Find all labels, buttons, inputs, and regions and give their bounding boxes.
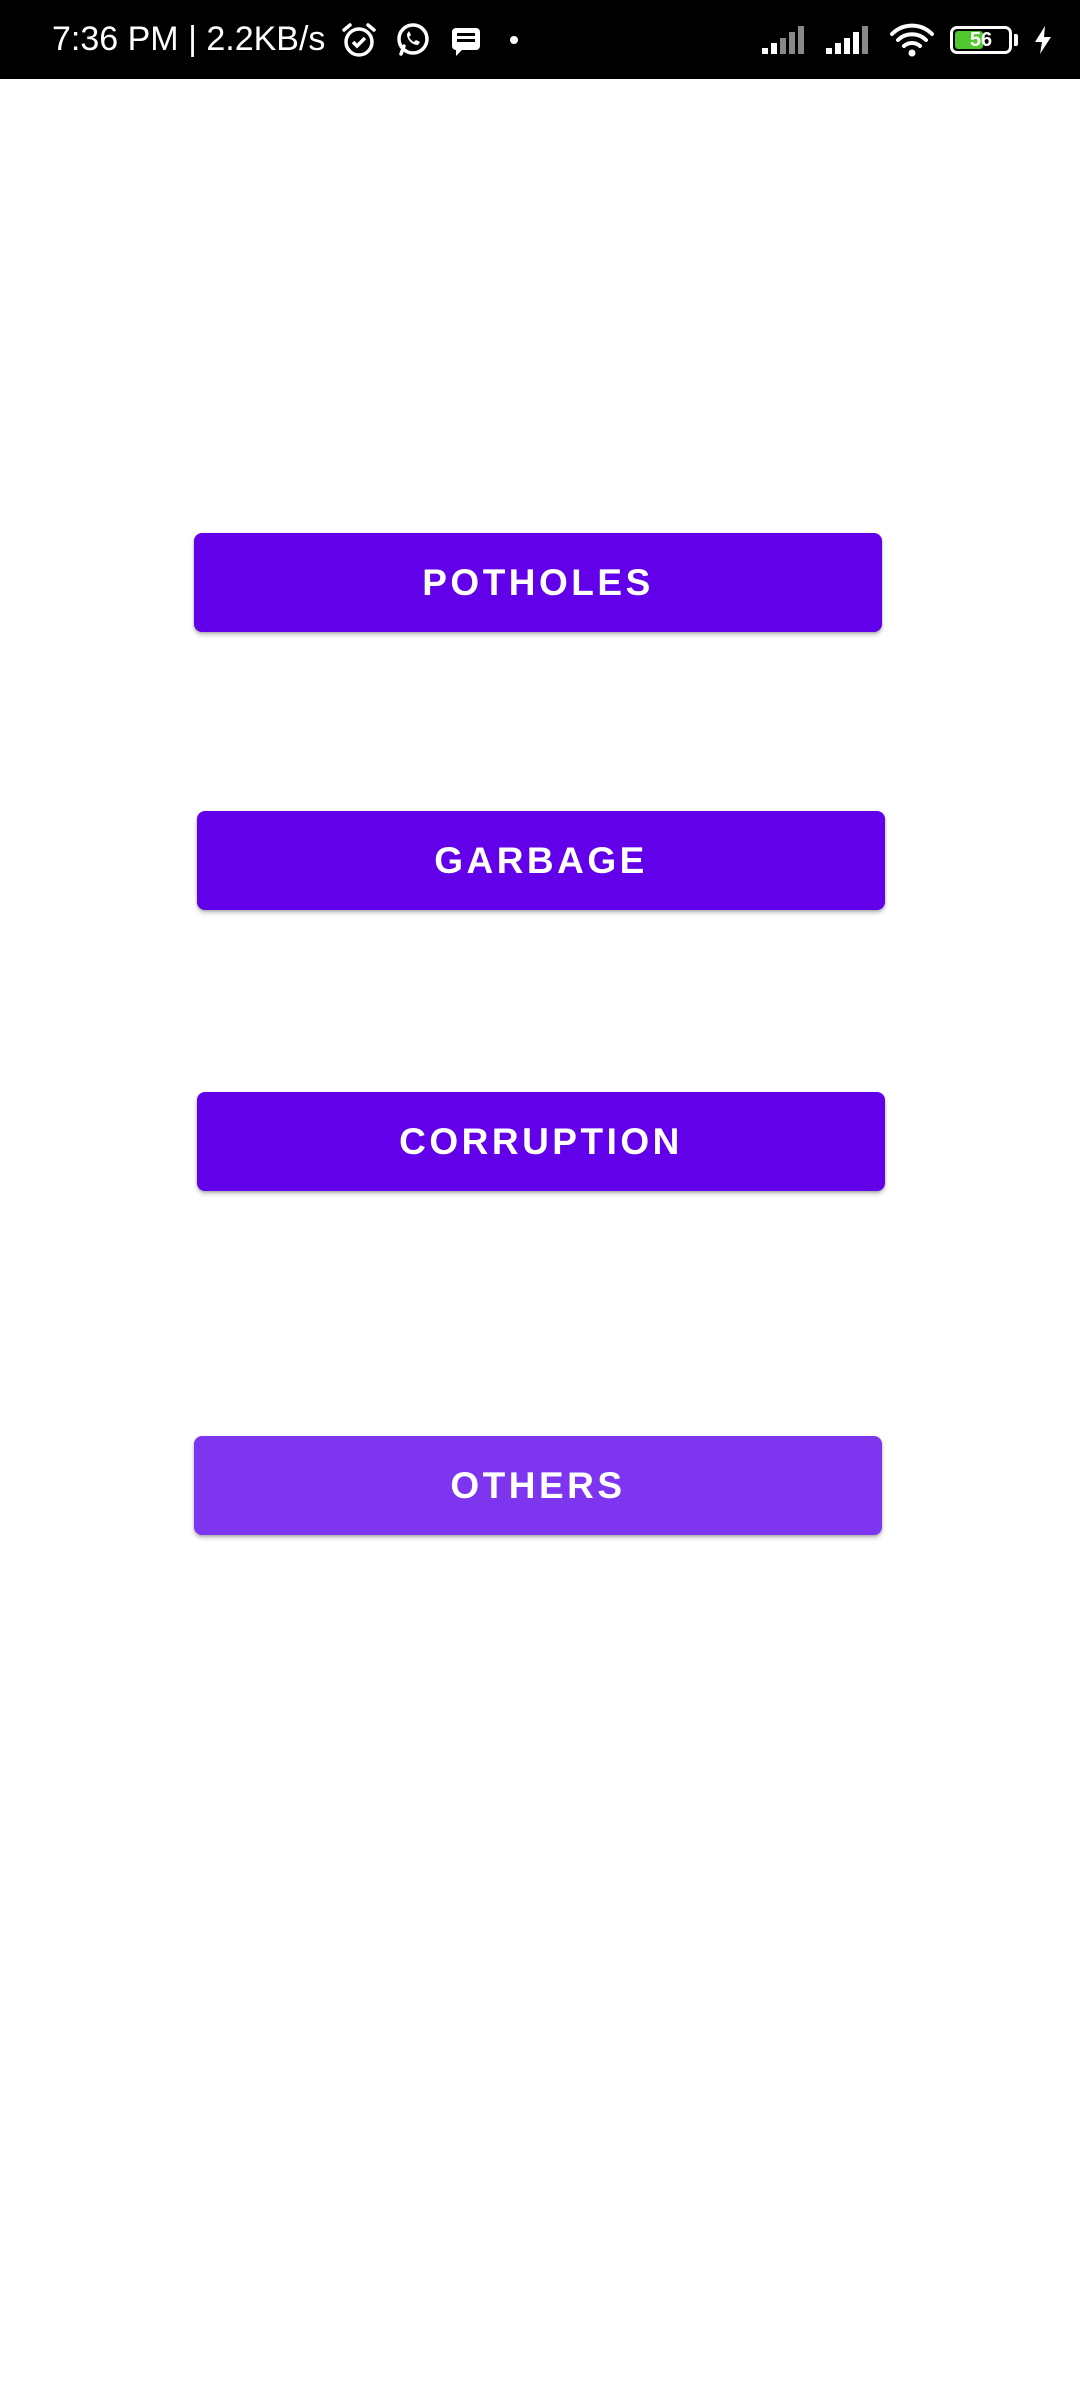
message-icon bbox=[447, 0, 485, 79]
battery-icon: 56 bbox=[950, 0, 1018, 79]
alarm-icon bbox=[339, 0, 379, 79]
battery-tip bbox=[1014, 33, 1018, 46]
status-bar: 7:36 PM | 2.2KB/s 56 bbox=[0, 0, 1080, 79]
corruption-button[interactable]: CORRUPTION bbox=[197, 1092, 885, 1191]
garbage-button[interactable]: GARBAGE bbox=[197, 811, 885, 910]
status-left: 7:36 PM | 2.2KB/s bbox=[52, 0, 529, 79]
potholes-button[interactable]: POTHOLES bbox=[194, 533, 882, 632]
others-button[interactable]: OTHERS bbox=[194, 1436, 882, 1535]
whatsapp-icon bbox=[393, 0, 433, 79]
dot-icon bbox=[499, 0, 529, 79]
screen: 7:36 PM | 2.2KB/s 56 POTHOLES GARBAGE CO… bbox=[0, 0, 1080, 2400]
status-time-speed: 7:36 PM | 2.2KB/s bbox=[52, 20, 326, 58]
signal-icon bbox=[760, 0, 810, 79]
battery-body: 56 bbox=[950, 25, 1012, 54]
battery-level: 56 bbox=[969, 28, 993, 51]
status-right: 56 bbox=[760, 0, 1054, 79]
charging-icon bbox=[1032, 0, 1054, 79]
wifi-icon bbox=[888, 0, 936, 79]
signal-icon bbox=[824, 0, 874, 79]
